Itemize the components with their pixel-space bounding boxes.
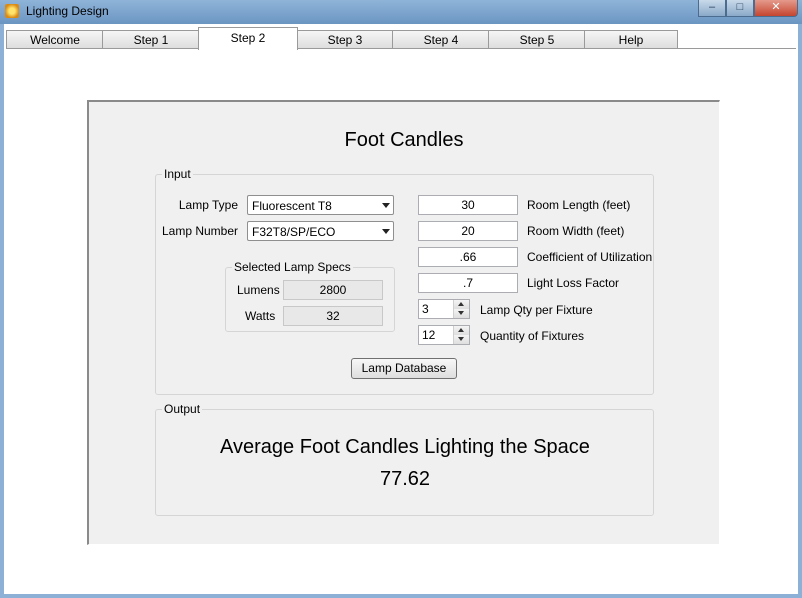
tab-step-5[interactable]: Step 5 xyxy=(488,30,586,49)
input-group: Input Lamp Type Fluorescent T8 Lamp Numb… xyxy=(155,167,654,395)
lamp-number-value: F32T8/SP/ECO xyxy=(252,225,336,239)
window-controls: – □ ✕ xyxy=(698,0,798,17)
tab-help[interactable]: Help xyxy=(584,30,678,49)
room-length-input[interactable]: 30 xyxy=(418,195,518,215)
lamp-specs-label: Selected Lamp Specs xyxy=(232,260,353,274)
window-frame-right xyxy=(798,24,802,598)
lamp-type-value: Fluorescent T8 xyxy=(252,199,332,213)
coefficient-of-utilization-label: Coefficient of Utilization xyxy=(527,250,653,264)
room-width-input[interactable]: 20 xyxy=(418,221,518,241)
chevron-down-icon xyxy=(382,203,390,208)
lamp-number-dropdown[interactable]: F32T8/SP/ECO xyxy=(247,221,394,241)
fixture-qty-label: Quantity of Fixtures xyxy=(480,329,585,343)
minimize-icon[interactable]: – xyxy=(698,0,726,17)
fixture-qty-value: 12 xyxy=(422,328,436,342)
lamp-specs-group: Selected Lamp Specs Lumens 2800 Watts 32 xyxy=(225,260,395,332)
spin-down-icon[interactable] xyxy=(454,309,469,318)
room-length-label: Room Length (feet) xyxy=(527,198,631,212)
lamp-qty-value: 3 xyxy=(422,302,429,316)
window-frame-left xyxy=(0,24,4,598)
foot-candles-panel: Foot Candles Input Lamp Type Fluorescent… xyxy=(87,100,720,545)
lamp-number-label: Lamp Number xyxy=(161,224,238,238)
watts-label: Watts xyxy=(245,309,276,323)
tab-step-2[interactable]: Step 2 xyxy=(198,27,298,50)
room-width-label: Room Width (feet) xyxy=(527,224,625,238)
tab-step-3[interactable]: Step 3 xyxy=(296,30,394,49)
fixture-qty-stepper[interactable]: 12 xyxy=(418,325,470,345)
light-loss-factor-input[interactable]: .7 xyxy=(418,273,518,293)
tab-step-4[interactable]: Step 4 xyxy=(392,30,490,49)
maximize-icon[interactable]: □ xyxy=(726,0,754,17)
lamp-qty-stepper[interactable]: 3 xyxy=(418,299,470,319)
page-title: Foot Candles xyxy=(344,129,464,151)
lumens-label: Lumens xyxy=(237,283,280,297)
output-group-label: Output xyxy=(162,402,203,416)
title-bar: Lighting Design – □ ✕ xyxy=(0,0,802,24)
app-icon xyxy=(5,4,19,18)
window-frame-bottom xyxy=(0,594,802,598)
window-title: Lighting Design xyxy=(26,4,109,18)
lamp-type-label: Lamp Type xyxy=(178,198,238,212)
tab-step-1[interactable]: Step 1 xyxy=(102,30,200,49)
close-icon[interactable]: ✕ xyxy=(754,0,798,17)
lumens-value: 2800 xyxy=(283,280,383,300)
lamp-qty-label: Lamp Qty per Fixture xyxy=(480,303,593,317)
watts-value: 32 xyxy=(283,306,383,326)
spin-down-icon[interactable] xyxy=(454,335,469,344)
output-title: Average Foot Candles Lighting the Space xyxy=(220,436,590,458)
light-loss-factor-label: Light Loss Factor xyxy=(527,276,620,290)
output-value: 77.62 xyxy=(379,468,431,490)
tab-welcome[interactable]: Welcome xyxy=(6,30,104,49)
output-group: Output Average Foot Candles Lighting the… xyxy=(155,402,654,516)
lamp-type-dropdown[interactable]: Fluorescent T8 xyxy=(247,195,394,215)
input-group-label: Input xyxy=(162,167,193,181)
tab-divider xyxy=(6,48,796,49)
lamp-database-button[interactable]: Lamp Database xyxy=(351,358,457,379)
chevron-down-icon xyxy=(382,229,390,234)
coefficient-of-utilization-input[interactable]: .66 xyxy=(418,247,518,267)
